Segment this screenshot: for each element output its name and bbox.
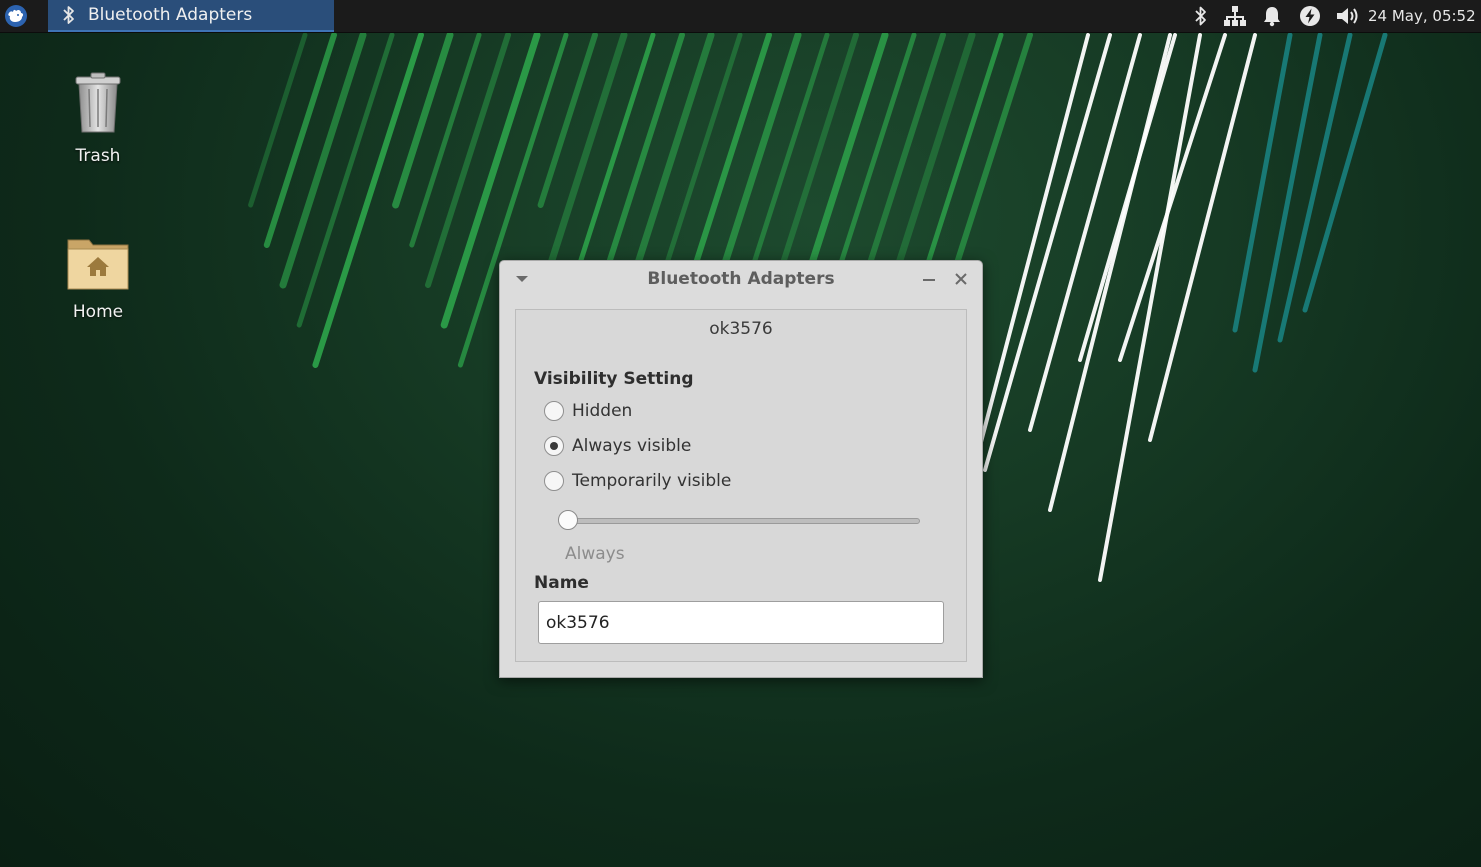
xfce-menu-icon xyxy=(5,5,27,27)
wallpaper-stripe xyxy=(392,31,454,209)
radio-button[interactable] xyxy=(544,471,564,491)
taskbar-button-label: Bluetooth Adapters xyxy=(88,5,253,25)
radio-hidden[interactable]: Hidden xyxy=(544,398,632,424)
bluetooth-icon xyxy=(54,5,84,25)
close-icon xyxy=(955,273,967,285)
wallpaper-stripe xyxy=(1148,33,1257,442)
radio-label: Hidden xyxy=(572,401,633,421)
wallpaper-stripe xyxy=(983,33,1112,472)
desktop-icon-home[interactable]: Home xyxy=(43,234,153,322)
adapter-name-input[interactable] xyxy=(538,601,944,644)
taskbar-button-bluetooth-adapters[interactable]: Bluetooth Adapters xyxy=(48,0,334,32)
top-panel: Bluetooth Adapters 24 May, 05:52 xyxy=(0,0,1481,33)
wallpaper-stripe xyxy=(537,32,598,208)
volume-icon xyxy=(1337,8,1358,24)
timeout-slider-handle[interactable] xyxy=(558,510,578,530)
wallpaper-stripe xyxy=(263,32,337,248)
panel-clock[interactable]: 24 May, 05:52 xyxy=(1368,0,1476,32)
wallpaper-stripe xyxy=(248,32,308,208)
power-icon xyxy=(1300,6,1320,26)
adapter-name-label: ok3576 xyxy=(709,319,773,339)
bluetooth-icon xyxy=(1195,6,1206,26)
network-tray-button[interactable] xyxy=(1221,0,1249,32)
close-button[interactable] xyxy=(951,269,971,289)
timeout-slider-track[interactable] xyxy=(568,518,920,524)
window-titlebar[interactable]: Bluetooth Adapters xyxy=(500,261,982,297)
notifications-tray-button[interactable] xyxy=(1259,0,1285,32)
wallpaper-stripe xyxy=(1118,33,1227,362)
desktop-icon-trash[interactable]: Trash xyxy=(43,72,153,166)
radio-label: Temporarily visible xyxy=(572,471,732,491)
volume-tray-button[interactable] xyxy=(1334,0,1362,32)
applications-menu-button[interactable] xyxy=(0,0,32,32)
home-folder-icon xyxy=(67,239,129,290)
radio-always-visible[interactable]: Always visible xyxy=(544,433,691,459)
adapter-settings-frame: ok3576 Visibility Setting Hidden Always … xyxy=(515,309,967,662)
desktop-icon-label: Trash xyxy=(75,146,121,166)
name-heading: Name xyxy=(534,573,589,593)
power-tray-button[interactable] xyxy=(1297,0,1323,32)
window-title: Bluetooth Adapters xyxy=(647,269,835,289)
minimize-button[interactable] xyxy=(919,269,939,289)
wallpaper-stripe xyxy=(409,32,482,248)
minimize-icon xyxy=(923,279,935,281)
trash-icon xyxy=(75,72,121,133)
network-icon xyxy=(1224,6,1246,26)
notifications-bell-icon xyxy=(1264,7,1280,27)
radio-temporarily-visible[interactable]: Temporarily visible xyxy=(544,468,731,494)
visibility-setting-heading: Visibility Setting xyxy=(534,369,694,389)
bluetooth-adapters-dialog: Bluetooth Adapters ok3576 Visibility Set… xyxy=(499,260,983,678)
radio-button[interactable] xyxy=(544,401,564,421)
radio-button[interactable] xyxy=(544,436,564,456)
radio-label: Always visible xyxy=(572,436,692,456)
timeout-slider-caption: Always xyxy=(565,544,625,564)
wallpaper-stripe xyxy=(312,32,424,368)
desktop-icon-label: Home xyxy=(72,302,124,322)
bluetooth-tray-button[interactable] xyxy=(1188,0,1214,32)
